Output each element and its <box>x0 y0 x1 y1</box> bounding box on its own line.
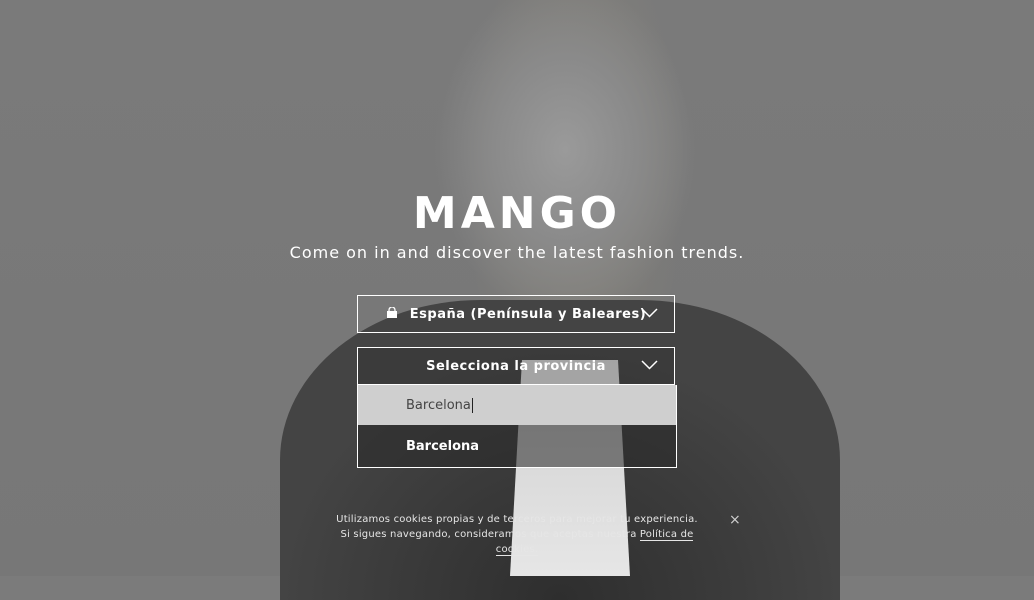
chevron-down-icon <box>641 359 658 374</box>
province-dropdown: Barcelona Barcelona <box>357 385 677 468</box>
cookie-text-line2: Si sigues navegando, consideramos que ac… <box>340 529 637 540</box>
province-search-input[interactable]: Barcelona <box>358 385 676 425</box>
country-select[interactable]: España (Península y Baleares) <box>357 295 675 333</box>
close-icon[interactable]: × <box>729 512 741 528</box>
shopping-bag-icon <box>386 305 398 322</box>
province-select-label: Selecciona la provincia <box>426 358 606 374</box>
cookie-notice: Utilizamos cookies propias y de terceros… <box>320 512 714 557</box>
province-option-label: Barcelona <box>406 438 480 454</box>
brand-logo: MANGO <box>412 188 622 239</box>
chevron-down-icon <box>641 307 658 322</box>
tagline: Come on in and discover the latest fashi… <box>289 243 745 262</box>
province-select[interactable]: Selecciona la provincia <box>357 347 675 385</box>
province-option-barcelona[interactable]: Barcelona <box>358 425 676 467</box>
country-select-label: España (Península y Baleares) <box>409 306 647 322</box>
text-caret <box>471 397 473 413</box>
province-search-value: Barcelona <box>406 397 471 413</box>
cookie-text-line1: Utilizamos cookies propias y de terceros… <box>336 514 698 525</box>
